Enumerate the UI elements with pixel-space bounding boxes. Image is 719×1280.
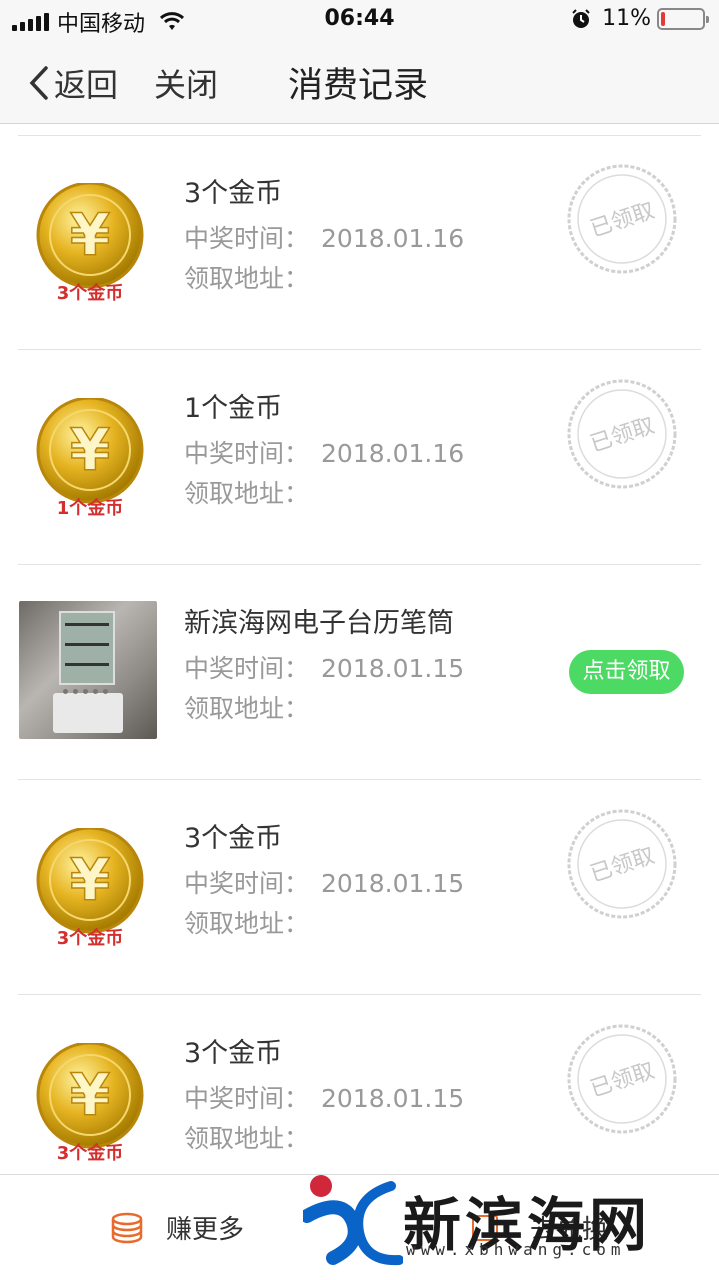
- coin-caption: 3个金币: [57, 1142, 124, 1163]
- item-title: 3个金币: [184, 823, 283, 854]
- coin-caption: 3个金币: [57, 282, 124, 303]
- coin-caption: 1个金币: [57, 497, 124, 518]
- exchange-icon[interactable]: [472, 1215, 498, 1241]
- win-time-value: 2018.01.15: [321, 1084, 465, 1113]
- record-list[interactable]: ¥ 3个金币 3个金币 中奖时间： 2018.01.16 领取地址： 已领取 ¥ …: [0, 124, 719, 1174]
- gold-coin-icon: ¥ 3个金币: [36, 828, 144, 948]
- alarm-icon: [572, 8, 590, 28]
- back-button[interactable]: 返回: [28, 60, 118, 106]
- pickup-address-label: 领取地址：: [184, 479, 310, 508]
- win-time-label: 中奖时间：: [184, 869, 310, 898]
- claimed-stamp: 已领取: [567, 1024, 677, 1134]
- product-thumbnail: [19, 601, 157, 739]
- gold-coin-icon: ¥ 1个金币: [36, 398, 144, 518]
- bottom-tab-bar: 赚更多 去兑换: [0, 1174, 719, 1280]
- win-time-label: 中奖时间：: [184, 439, 310, 468]
- svg-text:¥: ¥: [70, 416, 110, 484]
- claimed-stamp-label: 已领取: [587, 413, 658, 457]
- claimed-stamp: 已领取: [567, 379, 677, 489]
- win-time-label: 中奖时间：: [184, 224, 310, 253]
- back-label: 返回: [54, 66, 119, 104]
- claimed-stamp: 已领取: [567, 809, 677, 919]
- list-item[interactable]: ¥ 1个金币 1个金币 中奖时间： 2018.01.16 领取地址： 已领取: [0, 350, 719, 565]
- status-bar: 中国移动 06:44 11%: [0, 0, 719, 40]
- calendar-buttons: [63, 689, 108, 694]
- pickup-address-label: 领取地址：: [184, 694, 310, 723]
- claimed-stamp-label: 已领取: [587, 198, 658, 242]
- win-time-value: 2018.01.15: [321, 869, 465, 898]
- win-time: 中奖时间： 2018.01.16: [184, 219, 464, 255]
- pickup-address-label: 领取地址：: [184, 909, 310, 938]
- coin-caption: 3个金币: [57, 927, 124, 948]
- earn-more-label: 赚更多: [166, 1215, 245, 1245]
- claimed-stamp: 已领取: [567, 164, 677, 274]
- page-title: 消费记录: [288, 66, 429, 106]
- nav-bar: 返回 关闭 消费记录: [0, 40, 719, 124]
- svg-text:¥: ¥: [70, 846, 110, 914]
- item-title: 3个金币: [184, 1038, 283, 1069]
- exchange-tab-label[interactable]: 去兑换: [530, 1209, 608, 1246]
- status-right: 11%: [570, 6, 709, 31]
- coin-stack-icon: [111, 1212, 143, 1243]
- calendar-base: [53, 693, 123, 733]
- chevron-left-icon: [29, 66, 48, 100]
- gold-coin-icon: ¥ 3个金币: [36, 1043, 144, 1163]
- win-time-label: 中奖时间：: [184, 654, 310, 683]
- close-button[interactable]: 关闭: [154, 60, 218, 106]
- win-time-value: 2018.01.15: [321, 654, 465, 683]
- claim-button[interactable]: 点击领取: [569, 650, 684, 694]
- win-time: 中奖时间： 2018.01.16: [184, 434, 464, 470]
- list-item[interactable]: 新滨海网电子台历笔筒 中奖时间： 2018.01.15 领取地址： 点击领取: [0, 565, 719, 780]
- list-item[interactable]: ¥ 3个金币 3个金币 中奖时间： 2018.01.15 领取地址： 已领取: [0, 780, 719, 995]
- win-time: 中奖时间： 2018.01.15: [184, 864, 464, 900]
- claimed-stamp-label: 已领取: [587, 1058, 658, 1102]
- claimed-stamp-label: 已领取: [587, 843, 658, 887]
- win-time-label: 中奖时间：: [184, 1084, 310, 1113]
- earn-more-tab[interactable]: 赚更多: [110, 1209, 244, 1246]
- list-item[interactable]: ¥ 3个金币 3个金币 中奖时间： 2018.01.16 领取地址： 已领取: [0, 135, 719, 350]
- battery-fill: [661, 11, 665, 26]
- win-time-value: 2018.01.16: [321, 224, 465, 253]
- battery-icon: [657, 7, 709, 30]
- pickup-address-label: 领取地址：: [184, 1124, 310, 1153]
- svg-text:¥: ¥: [70, 1061, 110, 1129]
- item-title: 3个金币: [184, 178, 283, 209]
- item-title: 新滨海网电子台历笔筒: [184, 608, 454, 639]
- win-time: 中奖时间： 2018.01.15: [184, 649, 464, 685]
- battery-percent: 11%: [602, 6, 651, 31]
- win-time: 中奖时间： 2018.01.15: [184, 1079, 464, 1115]
- item-title: 1个金币: [184, 393, 283, 424]
- pickup-address-label: 领取地址：: [184, 264, 310, 293]
- svg-text:¥: ¥: [70, 201, 110, 269]
- gold-coin-icon: ¥ 3个金币: [36, 183, 144, 303]
- lcd-screen: [59, 611, 115, 685]
- list-item[interactable]: ¥ 3个金币 3个金币 中奖时间： 2018.01.15 领取地址： 已领取: [0, 995, 719, 1174]
- win-time-value: 2018.01.16: [321, 439, 465, 468]
